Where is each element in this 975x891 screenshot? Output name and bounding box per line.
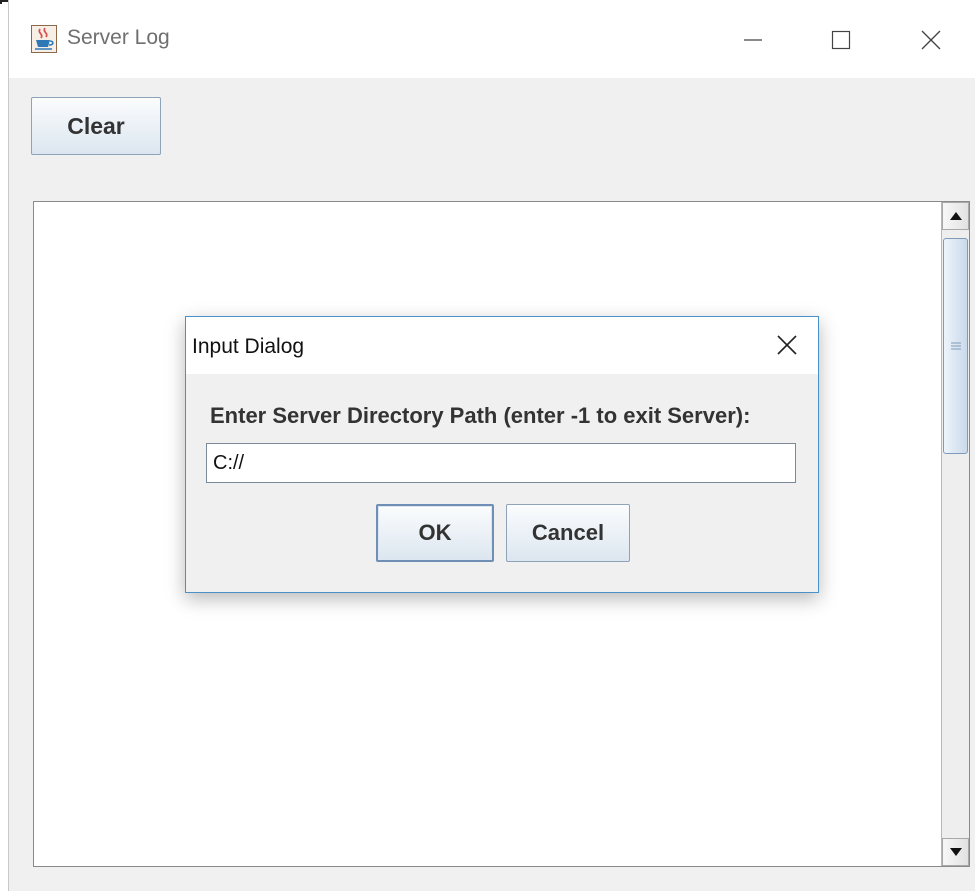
arrow-up-icon [949,212,962,220]
java-coffee-cup-icon [31,25,57,53]
input-dialog: Input Dialog Enter Server Directory Path… [185,316,819,593]
dialog-titlebar[interactable]: Input Dialog [186,317,818,374]
ok-button[interactable]: OK [376,504,494,562]
scroll-up-button[interactable] [942,202,969,230]
server-path-input[interactable] [206,443,796,483]
scroll-down-button[interactable] [942,838,969,866]
cancel-button[interactable]: Cancel [506,504,630,562]
dialog-message: Enter Server Directory Path (enter -1 to… [210,403,751,428]
dialog-title: Input Dialog [192,335,305,358]
close-icon[interactable] [911,22,951,58]
server-log-window: Server Log Clear Input Dialog Enter Serv… [8,0,975,891]
window-title: Server Log [67,26,170,49]
arrow-down-icon [949,848,962,856]
window-titlebar[interactable]: Server Log [9,0,975,78]
maximize-icon[interactable] [821,22,861,58]
minimize-icon[interactable] [733,22,773,58]
scroll-thumb[interactable] [943,238,968,454]
grip-lines-icon [950,342,961,350]
dialog-close-icon[interactable] [772,330,802,360]
clear-button[interactable]: Clear [31,97,161,155]
vertical-scrollbar[interactable] [941,202,969,866]
